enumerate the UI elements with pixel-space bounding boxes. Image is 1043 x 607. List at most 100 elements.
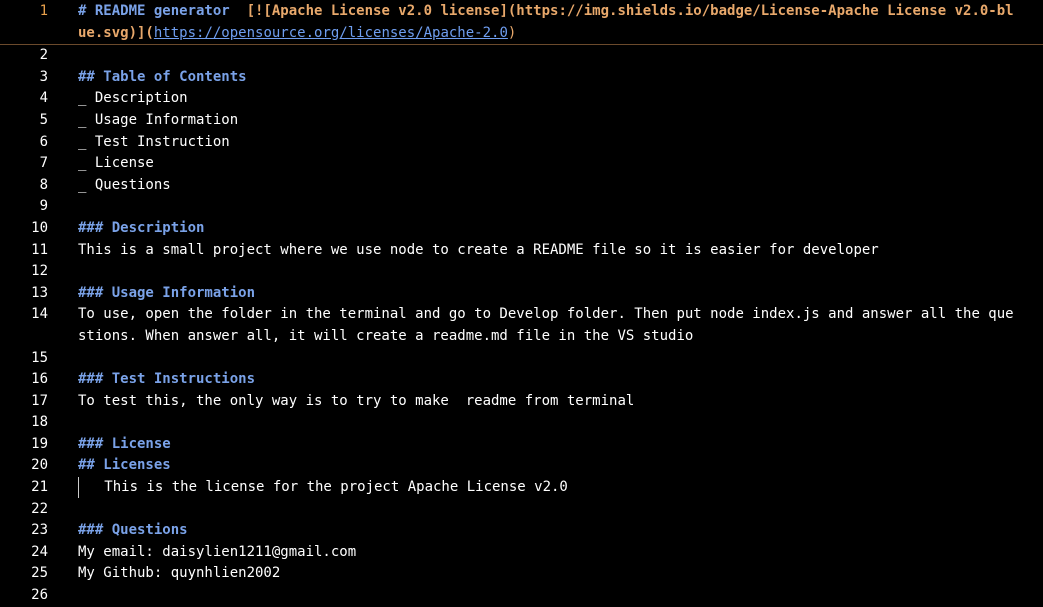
text: My email: daisylien1211@gmail.com	[78, 543, 357, 560]
text: _ Questions	[78, 176, 171, 193]
line-number: 22	[31, 500, 48, 517]
markdown-heading: ## Licenses	[78, 457, 171, 474]
line-number: 19	[31, 435, 48, 452]
text: _ Usage Information	[78, 111, 239, 128]
editor-line[interactable]: 15	[0, 348, 1043, 370]
line-content: To use, open the folder in the terminal …	[48, 304, 1043, 347]
line-content: _ Test Instruction	[48, 132, 1043, 154]
line-content: ## Licenses	[48, 455, 1043, 477]
line-content	[48, 261, 1043, 283]
line-content: _ Usage Information	[48, 110, 1043, 132]
line-content: ### Usage Information	[48, 283, 1043, 305]
line-number: 3	[39, 68, 48, 85]
line-number: 12	[31, 263, 48, 280]
editor-line[interactable]: 1 # README generator [![Apache License v2…	[0, 1, 1043, 46]
editor-line[interactable]: 2	[0, 45, 1043, 67]
line-number: 2	[39, 47, 48, 64]
markdown-heading: ### Test Instructions	[78, 371, 256, 388]
editor-line[interactable]: 4 _ Description	[0, 88, 1043, 110]
editor-line[interactable]: 25 My Github: quynhlien2002	[0, 563, 1043, 585]
editor-line[interactable]: 6 _ Test Instruction	[0, 132, 1043, 154]
line-number: 24	[31, 543, 48, 560]
link-bracket: [![Apache License v2.0 license](	[246, 3, 517, 19]
markdown-heading: ## Table of Contents	[78, 68, 247, 85]
line-number: 23	[31, 522, 48, 539]
line-number: 8	[39, 176, 48, 193]
line-number: 11	[31, 241, 48, 258]
line-number: 25	[31, 565, 48, 582]
markdown-heading: # README generator	[78, 3, 247, 19]
line-content: ## Table of Contents	[48, 67, 1043, 89]
editor-line[interactable]: 18	[0, 412, 1043, 434]
text: _ Description	[78, 90, 188, 107]
markdown-heading: ### License	[78, 435, 171, 452]
line-content: _ Questions	[48, 175, 1043, 197]
line-content: # README generator [![Apache License v2.…	[48, 1, 1043, 44]
line-content: _ Description	[48, 88, 1043, 110]
indented-text: This is the license for the project Apac…	[79, 479, 568, 496]
line-content: _ License	[48, 153, 1043, 175]
text: _ Test Instruction	[78, 133, 230, 150]
line-number: 1	[39, 3, 48, 19]
line-content	[48, 45, 1043, 67]
editor-line[interactable]: 22	[0, 499, 1043, 521]
line-number: 26	[31, 587, 48, 604]
line-content: This is a small project where we use nod…	[48, 240, 1043, 262]
editor-line[interactable]: 17 To test this, the only way is to try t…	[0, 391, 1043, 413]
editor-line[interactable]: 23 ### Questions	[0, 520, 1043, 542]
editor-line[interactable]: 19 ### License	[0, 434, 1043, 456]
editor-line[interactable]: 14 To use, open the folder in the termina…	[0, 304, 1043, 347]
line-number: 9	[39, 198, 48, 215]
license-link-url[interactable]: https://opensource.org/licenses/Apache-2…	[154, 25, 508, 41]
line-number: 6	[39, 133, 48, 150]
line-content: To test this, the only way is to try to …	[48, 391, 1043, 413]
line-content	[48, 585, 1043, 607]
code-editor[interactable]: 1 # README generator [![Apache License v2…	[0, 0, 1043, 603]
line-number: 10	[31, 219, 48, 236]
line-number: 17	[31, 392, 48, 409]
line-number: 15	[31, 349, 48, 366]
line-number: 5	[39, 111, 48, 128]
editor-line[interactable]: 8 _ Questions	[0, 175, 1043, 197]
editor-line[interactable]: 21 This is the license for the project A…	[0, 477, 1043, 499]
line-content: ### Test Instructions	[48, 369, 1043, 391]
link-paren: )	[507, 24, 517, 41]
line-number: 14	[31, 306, 48, 323]
text: This is a small project where we use nod…	[78, 241, 879, 258]
line-content: ### Questions	[48, 520, 1043, 542]
editor-line[interactable]: 9	[0, 196, 1043, 218]
editor-line[interactable]: 16 ### Test Instructions	[0, 369, 1043, 391]
line-content	[48, 499, 1043, 521]
line-content	[48, 348, 1043, 370]
line-number: 4	[39, 90, 48, 107]
editor-line[interactable]: 5 _ Usage Information	[0, 110, 1043, 132]
line-content: ### License	[48, 434, 1043, 456]
text: _ License	[78, 155, 154, 172]
line-content: ### Description	[48, 218, 1043, 240]
link-bracket: )](	[128, 24, 154, 41]
editor-line[interactable]: 3 ## Table of Contents	[0, 67, 1043, 89]
editor-line[interactable]: 24 My email: daisylien1211@gmail.com	[0, 542, 1043, 564]
line-number: 21	[31, 479, 48, 496]
editor-line[interactable]: 12	[0, 261, 1043, 283]
markdown-heading: ### Usage Information	[78, 284, 256, 301]
markdown-heading: ### Questions	[78, 522, 188, 539]
editor-line[interactable]: 26	[0, 585, 1043, 607]
text: To test this, the only way is to try to …	[78, 392, 635, 409]
editor-line[interactable]: 11 This is a small project where we use n…	[0, 240, 1043, 262]
text: My Github: quynhlien2002	[78, 565, 281, 582]
line-number: 18	[31, 414, 48, 431]
line-number: 16	[31, 371, 48, 388]
editor-line[interactable]: 7 _ License	[0, 153, 1043, 175]
line-content: My Github: quynhlien2002	[48, 563, 1043, 585]
text: To use, open the folder in the terminal …	[78, 306, 1014, 344]
editor-line[interactable]: 20 ## Licenses	[0, 455, 1043, 477]
line-content	[48, 412, 1043, 434]
editor-line[interactable]: 13 ### Usage Information	[0, 283, 1043, 305]
line-number: 20	[31, 457, 48, 474]
line-number: 13	[31, 284, 48, 301]
line-content: My email: daisylien1211@gmail.com	[48, 542, 1043, 564]
line-number: 7	[39, 155, 48, 172]
editor-line[interactable]: 10 ### Description	[0, 218, 1043, 240]
line-content	[48, 196, 1043, 218]
